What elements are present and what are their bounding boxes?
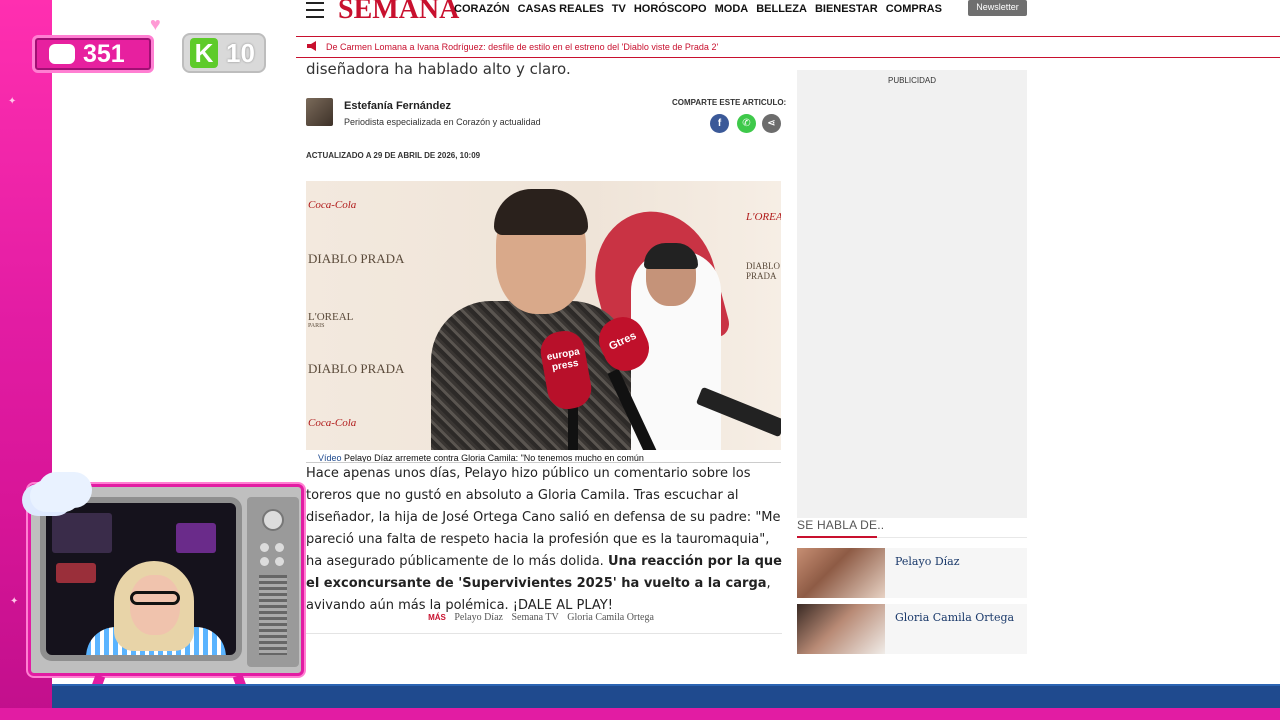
- streamer-glasses: [130, 591, 180, 605]
- tag-link[interactable]: Gloria Camila Ortega: [567, 612, 654, 623]
- chat-bubble-icon: [49, 44, 75, 64]
- video-caption-text: Pelayo Díaz arremete contra Gloria Camil…: [344, 453, 644, 462]
- nav-item-compras[interactable]: COMPRAS: [886, 3, 942, 15]
- tv-button-icon: [275, 543, 284, 552]
- updated-date: ACTUALIZADO A 29 DE ABRIL DE 2026, 10:09: [306, 151, 481, 160]
- background-shelf: [52, 513, 112, 553]
- sparkle-icon: ✦: [8, 96, 17, 107]
- related-item-name[interactable]: Pelayo Díaz: [895, 555, 960, 568]
- advertisement-slot[interactable]: [797, 70, 1027, 518]
- megaphone-icon: [307, 41, 316, 51]
- cloud-decoration-icon: [30, 480, 80, 512]
- k-counter: K 10: [182, 33, 266, 73]
- k-count: 10: [226, 37, 255, 68]
- streamer-face: [130, 575, 180, 635]
- tag-link[interactable]: Semana TV: [511, 612, 558, 623]
- related-item[interactable]: Pelayo Díaz: [797, 548, 1027, 598]
- webcam-screen: [40, 497, 242, 661]
- tv-button-icon: [260, 557, 269, 566]
- backdrop-brand-paris: PARIS: [308, 323, 325, 329]
- tv-button-icon: [260, 543, 269, 552]
- background-neon: [176, 523, 216, 553]
- webcam-tv-frame: [28, 484, 304, 702]
- tags-label: MÁS: [428, 613, 446, 622]
- related-thumbnail[interactable]: [797, 548, 885, 598]
- k-logo-icon: K: [190, 38, 218, 68]
- facebook-share-icon[interactable]: f: [710, 114, 729, 133]
- sparkle-icon: ✦: [10, 596, 19, 607]
- stream-bottom-bar: [52, 684, 1280, 710]
- author-name[interactable]: Estefanía Fernández: [344, 100, 451, 112]
- tv-button-icon: [275, 557, 284, 566]
- nav-item-moda[interactable]: MODA: [715, 3, 749, 15]
- video-caption: Vídeo Pelayo Díaz arremete contra Gloria…: [306, 450, 781, 462]
- backdrop-brand-diablo: DIABLO PRADA: [308, 251, 405, 266]
- site-logo[interactable]: SEMANA: [338, 0, 459, 26]
- stream-bottom-strip: [0, 708, 1280, 720]
- nav-item-bienestar[interactable]: BIENESTAR: [815, 3, 878, 15]
- page-right-margin: [1036, 0, 1280, 684]
- nav-item-casas-reales[interactable]: CASAS REALES: [518, 3, 604, 15]
- ticker-headline[interactable]: De Carmen Lomana a Ivana Rodríguez: desf…: [326, 42, 718, 52]
- video-caption-prefix[interactable]: Vídeo: [318, 453, 342, 462]
- author-avatar: [306, 98, 333, 126]
- share-label: COMPARTE ESTE ARTICULO:: [672, 98, 787, 107]
- related-item[interactable]: Gloria Camila Ortega: [797, 604, 1027, 654]
- section-title-underline: [797, 536, 877, 538]
- news-ticker[interactable]: De Carmen Lomana a Ivana Rodríguez: desf…: [296, 36, 1280, 58]
- nav-item-belleza[interactable]: BELLEZA: [756, 3, 807, 15]
- backdrop-brand-loreal: L'OREAL: [746, 211, 781, 223]
- advertisement-label: PUBLICIDAD: [887, 76, 936, 85]
- interviewee-hair: [494, 189, 588, 235]
- related-thumbnail[interactable]: [797, 604, 885, 654]
- whatsapp-share-icon[interactable]: ✆: [737, 114, 756, 133]
- nav-item-horoscopo[interactable]: HORÓSCOPO: [634, 3, 707, 15]
- tv-knob-icon: [262, 509, 284, 531]
- backdrop-brand-diablo: DIABLO PRADA: [308, 361, 405, 376]
- tag-link[interactable]: Pelayo Díaz: [454, 612, 503, 623]
- main-nav: CORAZÓN CASAS REALES TV HORÓSCOPO MODA B…: [454, 3, 950, 15]
- background-toys: [56, 563, 96, 583]
- backdrop-brand-coca-cola: Coca-Cola: [308, 199, 357, 211]
- tv-speaker-grille: [259, 575, 287, 655]
- chat-message-counter: 351: [32, 35, 154, 73]
- hamburger-menu-icon[interactable]: [306, 2, 324, 18]
- section-title: SE HABLA DE..: [797, 518, 885, 532]
- tv-control-panel: [247, 497, 299, 667]
- interviewee-jacket: [431, 301, 631, 462]
- article-body: Hace apenas unos días, Pelayo hizo públi…: [306, 463, 782, 617]
- message-count: 351: [83, 39, 125, 68]
- nav-item-tv[interactable]: TV: [612, 3, 626, 15]
- nav-item-corazon[interactable]: CORAZÓN: [454, 3, 510, 15]
- background-person-hair: [644, 243, 698, 269]
- backdrop-brand-coca-cola: Coca-Cola: [308, 417, 357, 429]
- related-item-name[interactable]: Gloria Camila Ortega: [895, 611, 1014, 624]
- share-icon[interactable]: ⋖: [762, 114, 781, 133]
- newsletter-button[interactable]: Newsletter: [968, 0, 1027, 16]
- author-role: Periodista especializada en Corazón y ac…: [344, 117, 541, 127]
- heart-icon: ♥: [150, 14, 161, 34]
- backdrop-brand-diablo: DIABLO PRADA: [746, 261, 780, 281]
- backdrop-brand-loreal: L'OREAL: [308, 311, 354, 323]
- divider: [306, 633, 782, 634]
- article-tags: MÁS Pelayo Díaz Semana TV Gloria Camila …: [306, 612, 782, 623]
- video-player[interactable]: Coca-Cola DIABLO PRADA L'OREAL PARIS DIA…: [306, 181, 781, 463]
- article-lead-text: diseñadora ha hablado alto y claro.: [306, 60, 571, 78]
